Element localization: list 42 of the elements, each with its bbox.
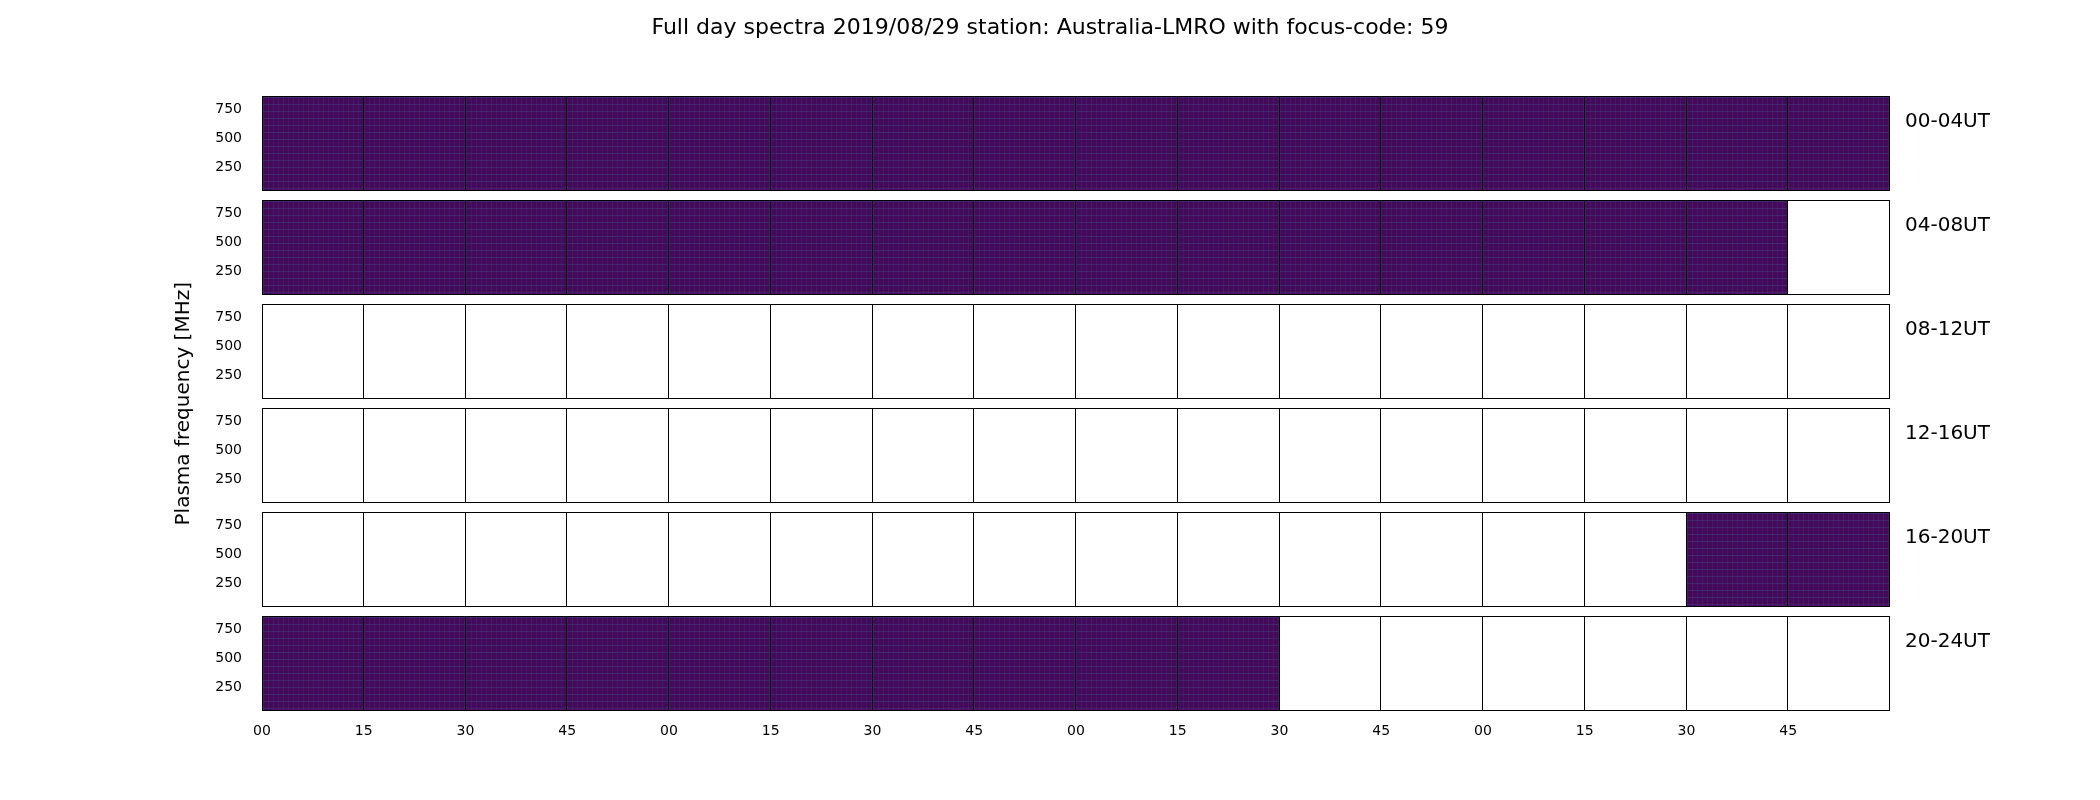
tick-label: 750 [215, 101, 242, 116]
tick-label: 250 [215, 367, 242, 382]
row-label: 12-16UT [1904, 419, 1991, 446]
tick-label: 45 [965, 721, 984, 740]
tick-label: 45 [1372, 721, 1391, 740]
row-label: 04-08UT [1904, 211, 1991, 238]
tick-label: 15 [761, 721, 780, 740]
row-label: 00-04UT [1904, 107, 1991, 134]
tick-label: 250 [215, 575, 242, 590]
tick-label: 30 [1677, 721, 1696, 740]
tick-label: 500 [215, 130, 242, 145]
tick-label: 750 [215, 205, 242, 220]
tick-label: 00 [1474, 721, 1492, 740]
tick-label: 250 [215, 159, 242, 174]
tick-label: 30 [456, 721, 475, 740]
tick-label: 30 [863, 721, 882, 740]
row-label: 08-12UT [1904, 315, 1991, 342]
tick-label: 750 [215, 517, 242, 532]
tick-label: 250 [215, 263, 242, 278]
tick-label: 750 [215, 621, 242, 636]
tick-label: 15 [1575, 721, 1594, 740]
tick-label: 30 [1270, 721, 1289, 740]
tick-label: 750 [215, 309, 242, 324]
tick-label: 500 [215, 338, 242, 353]
tick-label: 00 [253, 721, 271, 740]
tick-label: 750 [215, 413, 242, 428]
tick-label: 500 [215, 234, 242, 249]
tick-label: 00 [660, 721, 678, 740]
tick-label: 15 [1168, 721, 1187, 740]
tick-label: 500 [215, 442, 242, 457]
tick-label: 45 [558, 721, 577, 740]
tick-label: 500 [215, 546, 242, 561]
tick-label: 00 [1067, 721, 1085, 740]
tick-label: 15 [354, 721, 373, 740]
tick-label: 500 [215, 650, 242, 665]
tick-label: 250 [215, 471, 242, 486]
row-label: 20-24UT [1904, 627, 1991, 654]
axis-label: Plasma frequency [MHz] [170, 281, 194, 526]
tick-label: 45 [1779, 721, 1798, 740]
chart-title: Full day spectra 2019/08/29 station: Australia-LMRO with focus-code: 59 [650, 13, 1450, 41]
row-label: 16-20UT [1904, 523, 1991, 550]
tick-label: 250 [215, 679, 242, 694]
